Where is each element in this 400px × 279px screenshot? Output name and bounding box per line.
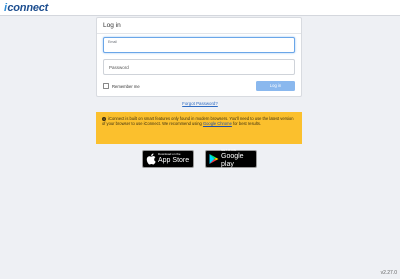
app-store-big-text: App Store bbox=[158, 156, 190, 164]
google-chrome-link[interactable]: Google Chrome bbox=[203, 121, 232, 126]
login-card: Log in Email Password Remember me Log in bbox=[96, 17, 302, 97]
email-field-label: Email bbox=[108, 40, 117, 44]
password-field[interactable]: Password bbox=[103, 59, 295, 75]
info-icon: i bbox=[102, 117, 106, 121]
login-button[interactable]: Log in bbox=[256, 81, 295, 91]
remember-me-checkbox[interactable] bbox=[103, 83, 109, 89]
notice-text-end: for best results. bbox=[233, 121, 262, 127]
google-play-big-text: Google play bbox=[221, 152, 244, 168]
apple-icon bbox=[146, 153, 156, 165]
remember-me[interactable]: Remember me bbox=[103, 83, 140, 89]
notice-text: iConnect is built on smart features only… bbox=[102, 116, 294, 127]
password-placeholder: Password bbox=[109, 65, 129, 70]
browser-notice: i iConnect is built on smart features on… bbox=[96, 112, 302, 144]
top-bar: i connect bbox=[0, 0, 400, 16]
google-play-badge[interactable]: GET IT ON Google play bbox=[205, 149, 257, 168]
iconnect-logo[interactable]: i connect bbox=[4, 1, 48, 14]
app-store-badge[interactable]: Download on the App Store bbox=[142, 150, 194, 168]
login-card-title: Log in bbox=[97, 18, 301, 34]
email-field[interactable]: Email bbox=[103, 37, 295, 53]
remember-me-label: Remember me bbox=[112, 83, 140, 89]
logo-text: connect bbox=[7, 1, 49, 14]
google-play-icon bbox=[209, 154, 219, 164]
forgot-password-link[interactable]: Forgot Password? bbox=[0, 101, 400, 106]
version-label: v2.27.0 bbox=[380, 270, 397, 276]
